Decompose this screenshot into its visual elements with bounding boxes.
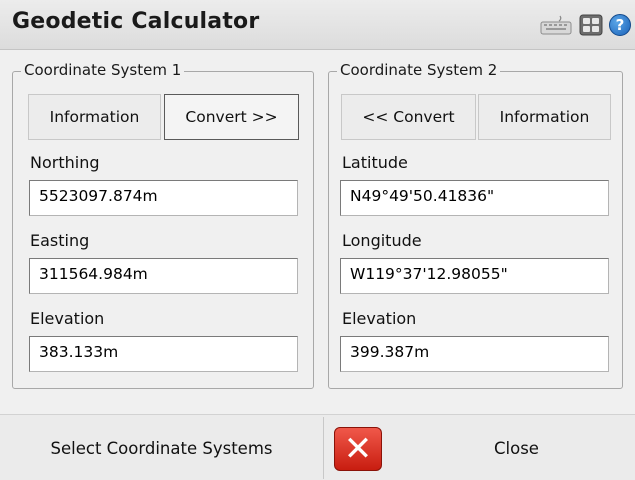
select-coordinate-systems-button[interactable]: Select Coordinate Systems: [0, 415, 323, 480]
latitude-label: Latitude: [342, 153, 408, 172]
information-button-1[interactable]: Information: [28, 94, 161, 140]
elevation-label-1: Elevation: [30, 309, 105, 328]
elevation-field-1[interactable]: 383.133m: [29, 336, 298, 372]
easting-label: Easting: [30, 231, 90, 250]
close-icon: ✕: [334, 427, 382, 471]
northing-label: Northing: [30, 153, 100, 172]
coordinate-system-1-legend: Coordinate System 1: [21, 61, 185, 79]
longitude-field[interactable]: W119°37'12.98055": [340, 258, 609, 294]
elevation-field-2[interactable]: 399.387m: [340, 336, 609, 372]
convert-back-button[interactable]: << Convert: [341, 94, 476, 140]
bottom-bar: Select Coordinate Systems ✕ Close: [0, 414, 635, 480]
modules-icon[interactable]: [579, 14, 603, 36]
information-button-2[interactable]: Information: [478, 94, 611, 140]
longitude-label: Longitude: [342, 231, 422, 250]
close-button[interactable]: ✕ Close: [324, 415, 635, 480]
northing-field[interactable]: 5523097.874m: [29, 180, 298, 216]
coordinate-system-2-legend: Coordinate System 2: [337, 61, 501, 79]
easting-field[interactable]: 311564.984m: [29, 258, 298, 294]
keyboard-icon[interactable]: [540, 14, 572, 36]
convert-forward-button[interactable]: Convert >>: [164, 94, 299, 140]
help-icon[interactable]: ?: [609, 14, 631, 36]
elevation-label-2: Elevation: [342, 309, 417, 328]
window-title: Geodetic Calculator: [12, 9, 260, 34]
close-label: Close: [494, 439, 539, 458]
latitude-field[interactable]: N49°49'50.41836": [340, 180, 609, 216]
title-bar: Geodetic Calculator ?: [0, 0, 635, 50]
